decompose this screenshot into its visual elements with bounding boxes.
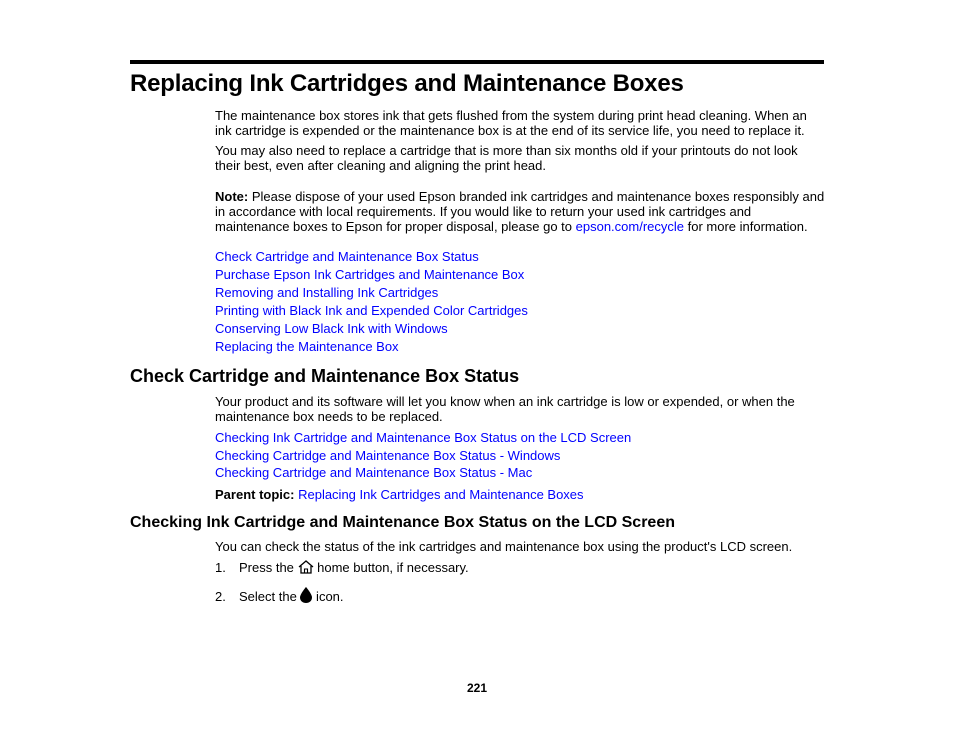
recycle-link[interactable]: epson.com/recycle (576, 219, 684, 234)
subtopic-link[interactable]: Checking Cartridge and Maintenance Box S… (215, 448, 560, 463)
subtopic-link[interactable]: Checking Cartridge and Maintenance Box S… (215, 465, 532, 480)
note-label: Note: (215, 189, 249, 204)
intro-paragraph: The maintenance box stores ink that gets… (215, 108, 807, 138)
topic-link[interactable]: Removing and Installing Ink Cartridges (215, 285, 438, 300)
step-number: 1. (215, 560, 226, 575)
topic-link[interactable]: Conserving Low Black Ink with Windows (215, 321, 448, 336)
note-text-end: for more information. (684, 219, 808, 234)
subsection-heading: Checking Ink Cartridge and Maintenance B… (130, 514, 675, 531)
subtopic-link[interactable]: Checking Ink Cartridge and Maintenance B… (215, 430, 631, 445)
subsection-paragraph: You can check the status of the ink cart… (215, 539, 793, 554)
section-paragraph: Your product and its software will let y… (215, 394, 795, 424)
page-number: 221 (466, 681, 488, 695)
step-2: 2. Select the icon. (215, 587, 344, 606)
step-text: icon. (312, 589, 344, 604)
step-text: Select the (239, 589, 301, 604)
step-text: Press the (239, 560, 298, 575)
parent-topic-link[interactable]: Replacing Ink Cartridges and Maintenance… (298, 487, 583, 502)
topic-link[interactable]: Purchase Epson Ink Cartridges and Mainte… (215, 267, 524, 282)
parent-topic: Parent topic: Replacing Ink Cartridges a… (215, 487, 584, 502)
topic-link[interactable]: Check Cartridge and Maintenance Box Stat… (215, 249, 479, 264)
topic-link[interactable]: Replacing the Maintenance Box (215, 339, 399, 354)
topic-link[interactable]: Printing with Black Ink and Expended Col… (215, 303, 528, 318)
ink-drop-icon (300, 587, 313, 606)
page-title: Replacing Ink Cartridges and Maintenance… (130, 70, 684, 97)
step-1: 1. Press the home button, if necessary. (215, 560, 469, 577)
parent-topic-label: Parent topic: (215, 487, 295, 502)
section-heading: Check Cartridge and Maintenance Box Stat… (130, 366, 520, 386)
step-number: 2. (215, 589, 226, 604)
note-paragraph: Note: Please dispose of your used Epson … (215, 189, 825, 234)
step-text: home button, if necessary. (313, 560, 469, 575)
home-icon (298, 560, 314, 577)
header-rule (130, 60, 824, 64)
intro-paragraph: You may also need to replace a cartridge… (215, 143, 798, 173)
